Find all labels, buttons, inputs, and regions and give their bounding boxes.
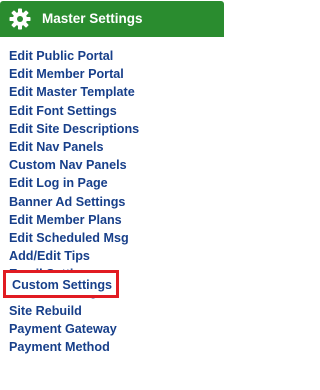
menu-item-payment-method[interactable]: Payment Method (0, 338, 224, 356)
menu-item-edit-site-descriptions[interactable]: Edit Site Descriptions (0, 120, 224, 138)
menu-item-payment-gateway[interactable]: Payment Gateway (0, 320, 224, 338)
menu-item-edit-log-in-page[interactable]: Edit Log in Page (0, 174, 224, 192)
panel-title: Master Settings (42, 11, 143, 26)
menu-item-edit-nav-panels[interactable]: Edit Nav Panels (0, 138, 224, 156)
menu-item-edit-member-portal[interactable]: Edit Member Portal (0, 65, 224, 83)
menu-item-edit-font-settings[interactable]: Edit Font Settings (0, 102, 224, 120)
menu-item-banner-ad-settings[interactable]: Banner Ad Settings (0, 193, 224, 211)
menu-item-site-rebuild[interactable]: Site Rebuild (0, 302, 224, 320)
menu-item-add-edit-tips[interactable]: Add/Edit Tips (0, 247, 224, 265)
menu-item-custom-nav-panels[interactable]: Custom Nav Panels (0, 156, 224, 174)
menu-item-edit-master-template[interactable]: Edit Master Template (0, 83, 224, 101)
menu-item-edit-public-portal[interactable]: Edit Public Portal (0, 47, 224, 65)
gear-icon (9, 8, 31, 30)
menu-item-edit-scheduled-msg[interactable]: Edit Scheduled Msg (0, 229, 224, 247)
master-settings-header: Master Settings (0, 1, 224, 37)
menu-item-email-settings[interactable]: Email Settings (0, 265, 224, 283)
settings-menu-list: Edit Public Portal Edit Member Portal Ed… (0, 47, 224, 356)
menu-item-search-settings[interactable]: Search Settings (0, 283, 224, 301)
menu-item-edit-member-plans[interactable]: Edit Member Plans (0, 211, 224, 229)
